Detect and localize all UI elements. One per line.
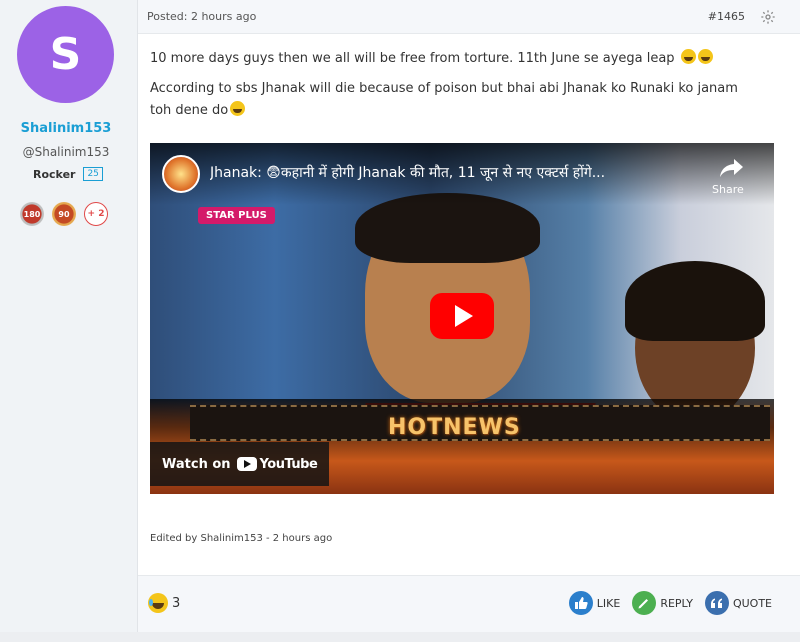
rank-label: Rocker [33,167,76,181]
watch-on-youtube-button[interactable]: Watch on YouTube [150,442,330,486]
smile-emoji-icon [697,49,713,64]
share-icon[interactable] [718,157,744,179]
like-label: LIKE [596,596,621,610]
avatar[interactable]: S [17,6,114,103]
quote-button[interactable]: QUOTE [704,591,772,615]
post-timestamp: Posted: 2 hours ago [147,10,257,23]
youtube-play-icon [236,457,257,471]
post-main: Posted: 2 hours ago #1465 10 more days g… [138,0,800,632]
video-title-link[interactable]: Jhanak: 😨कहानी में होगी Jhanak की मौत, 1… [210,163,710,182]
author-rank: Rocker 25 [33,167,103,181]
thumbnail-figure [625,261,765,341]
youtube-embed[interactable]: HOTNEWS Jhanak: 😨कहानी में होगी Jhanak क… [150,143,774,494]
watch-on-label: Watch on [162,456,231,472]
post-body: 10 more days guys then we all will be fr… [138,34,800,122]
rank-count-badge: 25 [83,167,103,181]
smile-emoji-icon [680,49,696,64]
post-header: Posted: 2 hours ago #1465 [138,0,800,34]
edited-note: Edited by Shalinim153 - 2 hours ago [150,533,333,544]
author-handle: @Shalinim153 [22,145,110,159]
post-footer: 3 LIKE REPLY QUOTE [138,575,800,632]
post-actions: LIKE REPLY QUOTE [568,591,772,615]
forum-post: S Shalinim153 @Shalinim153 Rocker 25 180… [0,0,800,632]
laughing-reaction-icon [148,593,168,613]
post-paragraph: According to sbs Jhanak will die because… [150,78,750,122]
quote-label: QUOTE [732,596,772,610]
pencil-icon [632,591,657,615]
laughing-emoji-icon [230,101,246,116]
achievement-badges: 180 90 + 2 [20,202,108,226]
achievement-badge[interactable]: 90 [52,202,76,226]
share-button[interactable]: Share [712,183,744,196]
reaction-count: 3 [172,595,181,611]
gear-icon[interactable] [760,9,776,25]
channel-logo-icon[interactable] [162,155,200,193]
more-badges-button[interactable]: + 2 [84,202,108,226]
achievement-badge[interactable]: 180 [20,202,44,226]
quote-icon [704,591,729,615]
hotnews-banner: HOTNEWS [388,415,521,440]
post-text: 10 more days guys then we all will be fr… [150,51,675,66]
post-number-link[interactable]: #1465 [708,10,745,23]
like-button[interactable]: LIKE [568,591,621,615]
author-username[interactable]: Shalinim153 [0,121,132,136]
reply-label: REPLY [660,596,693,610]
youtube-wordmark: YouTube [259,456,318,472]
reply-button[interactable]: REPLY [632,591,693,615]
play-button[interactable] [430,293,494,339]
author-sidebar: S Shalinim153 @Shalinim153 Rocker 25 180… [0,0,138,632]
reaction-summary[interactable]: 3 [148,593,180,613]
youtube-logo: YouTube [236,456,318,472]
thumbs-up-icon [568,591,593,615]
channel-tag: STAR PLUS [198,207,275,224]
post-paragraph: 10 more days guys then we all will be fr… [150,48,750,70]
